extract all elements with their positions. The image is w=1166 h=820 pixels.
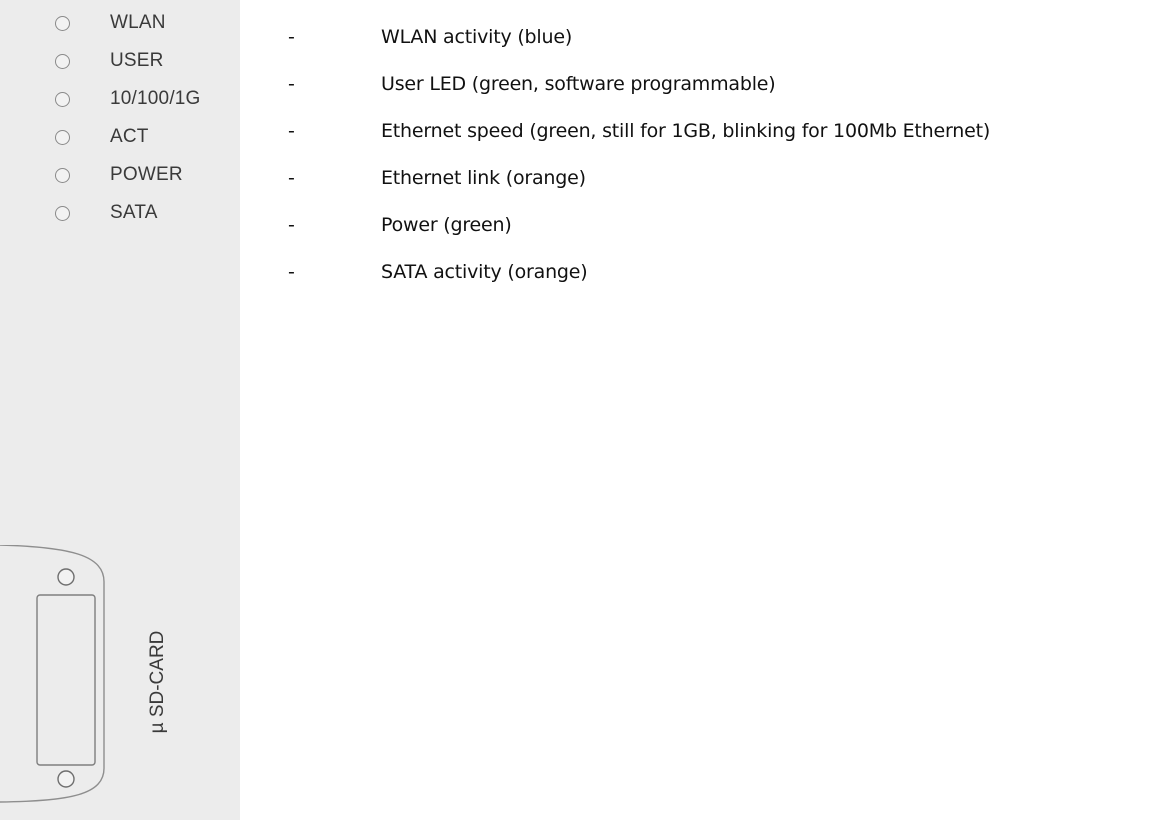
legend-text-power: Power (green) — [381, 214, 512, 236]
legend-row-wlan: - WLAN activity (blue) — [240, 18, 1166, 58]
legend-dash: - — [288, 261, 295, 283]
legend-dash: - — [288, 26, 295, 48]
led-row-speed: 10/100/1G — [0, 79, 240, 119]
device-front-panel: WLAN USER 10/100/1G ACT POWER SATA µ SD-… — [0, 0, 240, 820]
legend-text-user: User LED (green, software programmable) — [381, 73, 776, 95]
legend-row-sata: - SATA activity (orange) — [240, 253, 1166, 293]
led-label-speed: 10/100/1G — [110, 88, 201, 109]
legend-dash: - — [288, 214, 295, 236]
led-indicator-icon — [55, 92, 70, 107]
legend-row-speed: - Ethernet speed (green, still for 1GB, … — [240, 112, 1166, 152]
led-row-wlan: WLAN — [0, 3, 240, 43]
legend-row-act: - Ethernet link (orange) — [240, 159, 1166, 199]
led-row-power: POWER — [0, 155, 240, 195]
led-label-power: POWER — [110, 164, 183, 185]
sd-card-slot-icon — [0, 545, 105, 803]
led-indicator-icon — [55, 54, 70, 69]
legend-text-speed: Ethernet speed (green, still for 1GB, bl… — [381, 120, 991, 142]
legend-dash: - — [288, 73, 295, 95]
led-label-sata: SATA — [110, 202, 158, 223]
led-label-act: ACT — [110, 126, 149, 147]
led-indicator-icon — [55, 16, 70, 31]
legend-text-wlan: WLAN activity (blue) — [381, 26, 573, 48]
legend-row-power: - Power (green) — [240, 206, 1166, 246]
led-indicator-icon — [55, 130, 70, 145]
led-label-user: USER — [110, 50, 164, 71]
led-row-act: ACT — [0, 117, 240, 157]
legend-text-act: Ethernet link (orange) — [381, 167, 586, 189]
legend-text-sata: SATA activity (orange) — [381, 261, 588, 283]
led-row-sata: SATA — [0, 193, 240, 233]
led-row-user: USER — [0, 41, 240, 81]
led-indicator-icon — [55, 168, 70, 183]
legend-row-user: - User LED (green, software programmable… — [240, 65, 1166, 105]
led-label-wlan: WLAN — [110, 12, 166, 33]
sd-card-label-text: µ SD-CARD — [147, 630, 168, 734]
sd-card-slot — [0, 545, 150, 820]
led-indicator-icon — [55, 206, 70, 221]
sd-card-label: µ SD-CARD — [147, 631, 168, 734]
legend-dash: - — [288, 120, 295, 142]
legend-dash: - — [288, 167, 295, 189]
